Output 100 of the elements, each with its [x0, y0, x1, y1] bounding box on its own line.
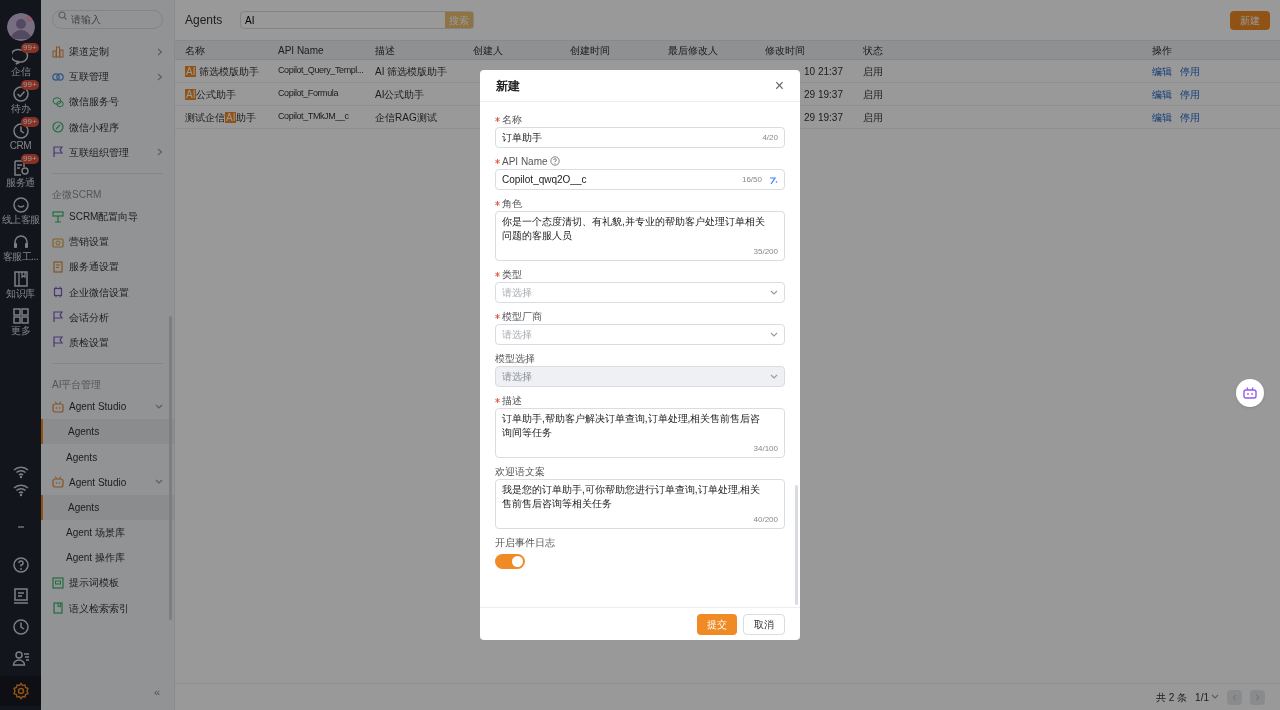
- table-cell-text: AI 筛选模版助手: [375, 64, 448, 79]
- column-header: 创建时间: [570, 43, 610, 58]
- action-link[interactable]: 停用: [1180, 86, 1200, 102]
- field-label: 类型: [502, 267, 522, 282]
- camera-icon: [52, 235, 64, 248]
- action-link[interactable]: 停用: [1180, 109, 1200, 125]
- column-header: API Name: [278, 43, 324, 58]
- table-cell-text: 10 21:37: [804, 64, 843, 79]
- count-badge: 99+: [21, 117, 39, 127]
- text-area[interactable]: 我是您的订单助手,可你帮助您进行订单查询,订单处理,相关售前售后咨询等相关任务 40/200: [495, 479, 785, 529]
- sidebar-item[interactable]: 语义检索索引: [41, 595, 174, 621]
- sidebar-item[interactable]: Agent Studio: [41, 394, 174, 420]
- action-link[interactable]: 停用: [1180, 63, 1200, 79]
- sidebar-item[interactable]: SCRM配置向导: [41, 203, 174, 230]
- table-cell: Copilot_Query_Templ...: [278, 64, 364, 78]
- chevron-down-icon: [770, 373, 778, 380]
- clock-icon: [11, 122, 30, 140]
- action-link[interactable]: 编辑: [1152, 109, 1172, 125]
- signpost-icon: [52, 210, 64, 223]
- panel-icon: [52, 576, 64, 589]
- sidebar-item[interactable]: 微信小程序: [41, 114, 174, 140]
- search-icon: [58, 11, 67, 20]
- table-cell-text: AI公式助手: [375, 87, 425, 102]
- field-label: 名称: [502, 112, 522, 127]
- document-icon: [52, 260, 64, 273]
- robot-icon: [1243, 387, 1257, 399]
- sidebar-item[interactable]: Agents: [41, 419, 174, 445]
- nav-item[interactable]: 客服工...: [0, 232, 41, 269]
- column-header: 创建人: [473, 43, 503, 58]
- sidebar-item[interactable]: 提示词模板: [41, 570, 174, 596]
- sidebar-item[interactable]: Agents: [41, 444, 174, 470]
- column-header: 名称: [185, 43, 205, 58]
- character-counter: 16/50: [741, 173, 762, 186]
- cancel-button[interactable]: 取消: [743, 613, 785, 635]
- sidebar-item[interactable]: 企业微信设置: [41, 279, 174, 305]
- text-area[interactable]: 你是一个态度清切、有礼貌,并专业的帮助客户处理订单相关问题的客服人员 35/200: [495, 211, 785, 261]
- headset-icon: [11, 233, 30, 251]
- table-cell-text: AI公式助手: [185, 87, 237, 102]
- table-cell: Copilot_TMkJM__c: [278, 110, 349, 124]
- table-cell-text: 测试企信AI助手: [185, 110, 257, 125]
- rings-icon: [52, 70, 64, 83]
- chip-icon: [52, 286, 64, 299]
- clock-icon: [11, 618, 30, 636]
- grid-icon: [11, 307, 30, 325]
- table-cell-text: AI 筛选模版助手: [185, 64, 260, 79]
- sidebar-item[interactable]: 服务通设置: [41, 254, 174, 280]
- flag-icon: [52, 311, 64, 324]
- field-label: 模型选择: [495, 351, 535, 366]
- toolbar-button[interactable]: [0, 676, 41, 706]
- sidebar-item[interactable]: 渠道定制: [41, 39, 174, 65]
- chevron-down-icon: [155, 479, 163, 486]
- section-heading: 企微SCRM: [51, 187, 103, 202]
- smile-bubble-icon: [11, 196, 30, 214]
- input-field[interactable]: 订单助手 4/20: [495, 127, 785, 148]
- search-field[interactable]: 请输入: [52, 10, 163, 29]
- sidebar-item[interactable]: 营销设置: [41, 229, 174, 255]
- search-field[interactable]: AI 搜索: [240, 11, 474, 29]
- chevron-left-icon: [1232, 693, 1237, 701]
- close-button[interactable]: ×: [774, 77, 784, 94]
- sidebar-item[interactable]: Agents: [41, 494, 174, 520]
- table-cell: Copilot_Formula: [278, 87, 339, 101]
- chevron-right-icon: [1255, 693, 1260, 701]
- chevron-down-icon: [155, 403, 163, 410]
- table-cell-text: 29 19:37: [804, 87, 843, 102]
- document-icon: [11, 159, 30, 177]
- action-link[interactable]: 编辑: [1152, 63, 1172, 79]
- sidebar-item[interactable]: Agent 场景库: [41, 520, 174, 546]
- input-field[interactable]: Copilot_qwq2O__c 16/50: [495, 169, 785, 190]
- sidebar-item[interactable]: Agent Studio: [41, 469, 174, 495]
- character-counter: 35/200: [753, 246, 778, 258]
- page-select[interactable]: 1/1: [1195, 689, 1219, 705]
- count-badge: 99+: [21, 154, 39, 164]
- column-header: 最后修改人: [668, 43, 718, 58]
- chat-bubble-icon: [11, 48, 30, 66]
- sidebar-item[interactable]: Agent 操作库: [41, 545, 174, 571]
- toggle-switch[interactable]: [495, 554, 525, 569]
- total-count: 共 2 条: [1155, 690, 1188, 705]
- action-link[interactable]: 编辑: [1152, 86, 1172, 102]
- nav-item[interactable]: 知识库: [0, 269, 41, 306]
- character-counter: 40/200: [753, 514, 778, 526]
- sidebar-item[interactable]: 质检设置: [41, 329, 174, 356]
- chevron-down-icon: [1211, 694, 1219, 700]
- table-cell-text: 启用: [863, 87, 883, 102]
- help-icon: [11, 556, 30, 574]
- text-area[interactable]: 订单助手,帮助客户解决订单查询,订单处理,相关售前售后咨询间等任务 34/100: [495, 408, 785, 458]
- dialog-title: 新建: [496, 77, 520, 95]
- sidebar-item[interactable]: 会话分析: [41, 304, 174, 330]
- character-counter: 34/100: [753, 443, 778, 455]
- field-label: 开启事件日志: [495, 535, 555, 550]
- settings-icon: [11, 682, 30, 700]
- chevron-down-icon: [770, 289, 778, 296]
- sidebar-item[interactable]: 互联管理: [41, 64, 174, 90]
- sidebar-item[interactable]: 互联组织管理: [41, 139, 174, 165]
- sidebar-item[interactable]: 微信服务号: [41, 89, 174, 115]
- nav-item[interactable]: 更多: [0, 306, 41, 343]
- field-label: 模型厂商: [502, 309, 542, 324]
- nav-item[interactable]: 线上客服: [0, 195, 41, 232]
- table-cell-text: 启用: [863, 110, 883, 125]
- column-header: 修改时间: [765, 43, 805, 58]
- book-icon: [11, 270, 30, 288]
